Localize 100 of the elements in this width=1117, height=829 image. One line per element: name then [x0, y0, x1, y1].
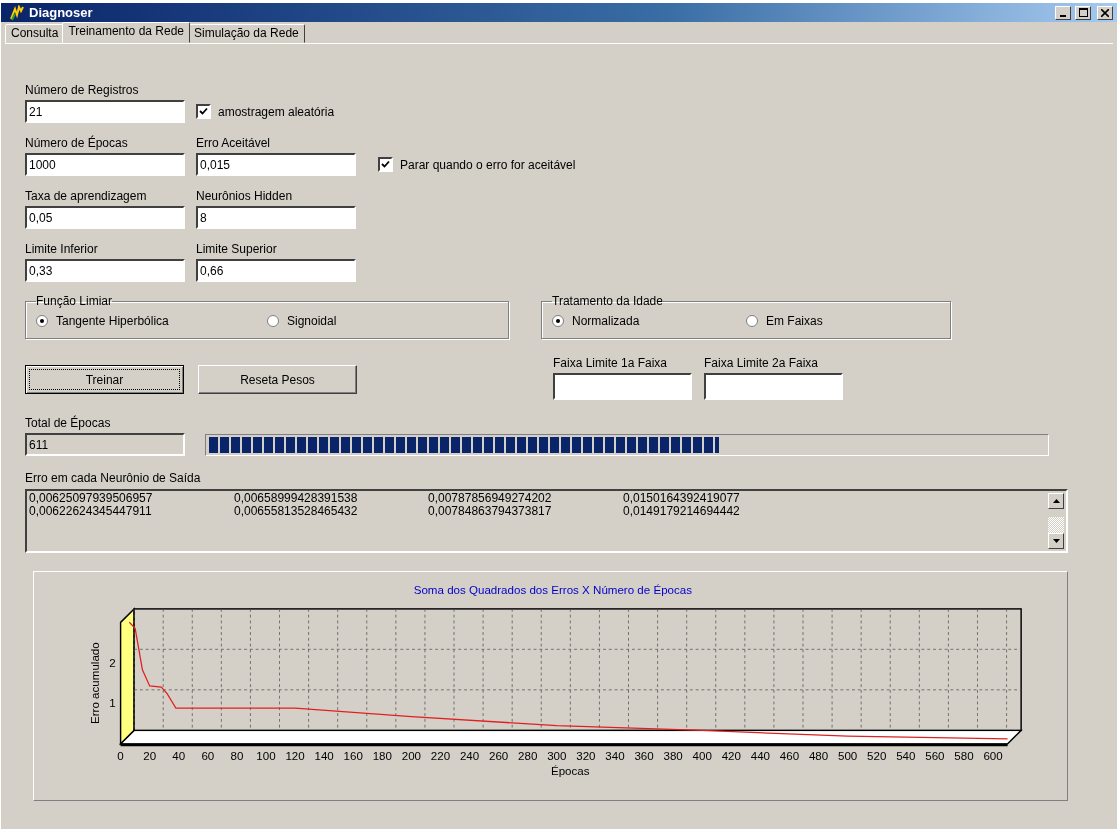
input-field[interactable]: [704, 373, 843, 400]
field-label: Número de Épocas: [25, 137, 129, 150]
input-field[interactable]: [553, 373, 692, 400]
error-value: 0,00784863794373817: [428, 505, 553, 518]
tab[interactable]: Consulta: [5, 24, 65, 43]
field-label: Faixa Limite 2a Faixa: [704, 357, 820, 370]
x-tick-label: 260: [489, 750, 509, 763]
x-tick-label: 460: [779, 750, 800, 763]
minimize-icon: [1060, 14, 1066, 17]
scroll-down-button[interactable]: [1048, 533, 1064, 549]
scrollbar-track[interactable]: [1048, 517, 1064, 533]
y-tick-label: 1: [109, 697, 116, 710]
x-tick-label: 560: [925, 750, 945, 763]
x-tick-label: 40: [172, 750, 186, 763]
x-tick-label: 600: [983, 750, 1003, 763]
checkbox[interactable]: amostragem aleatória: [196, 100, 378, 123]
push-button[interactable]: Reseta Pesos: [198, 365, 357, 394]
x-tick-label: 200: [401, 750, 422, 763]
tab[interactable]: Treinamento da Rede: [62, 22, 190, 43]
x-tick-label: 420: [721, 750, 741, 763]
tab[interactable]: Simulação da Rede: [188, 24, 305, 43]
radio-option[interactable]: Tangente Hiperbólica: [36, 308, 267, 333]
radio-option[interactable]: Em Faixas: [746, 308, 940, 333]
error-value: 0,00787856949274202: [428, 492, 553, 505]
x-tick-label: 100: [256, 750, 276, 763]
app-icon: [9, 4, 25, 21]
error-value: 0,00655813528465432: [234, 505, 359, 518]
y-axis-title: Erro acumulado: [89, 642, 102, 724]
x-tick-label: 380: [663, 750, 683, 763]
x-tick-label: 400: [692, 750, 712, 763]
x-tick-label: 60: [201, 750, 215, 763]
field-label: Taxa de aprendizagem: [25, 190, 148, 203]
down-arrow-icon: [1052, 539, 1060, 543]
radio-button[interactable]: [267, 314, 279, 327]
close-button[interactable]: [1097, 5, 1113, 20]
x-tick-label: 500: [838, 750, 858, 763]
checkbox[interactable]: Parar quando o erro for aceitável: [378, 153, 1113, 176]
x-tick-label: 480: [808, 750, 829, 763]
field-label: Erro Aceitável: [196, 137, 272, 150]
up-arrow-icon: [1052, 499, 1060, 503]
field-label: Limite Inferior: [25, 243, 99, 256]
maximize-button[interactable]: [1075, 5, 1091, 20]
input-field[interactable]: 0,015: [196, 153, 356, 176]
x-tick-label: 160: [343, 750, 363, 763]
field-label: Limite Superior: [196, 243, 278, 256]
radio-button[interactable]: [746, 314, 758, 327]
x-tick-label: 360: [634, 750, 654, 763]
window-title: Diagnoser: [29, 5, 94, 20]
x-tick-label: 300: [547, 750, 567, 763]
x-tick-label: 520: [867, 750, 887, 763]
input-field[interactable]: 0,66: [196, 259, 356, 282]
x-tick-label: 220: [430, 750, 451, 763]
scroll-up-button[interactable]: [1048, 493, 1064, 509]
y-tick-label: 2: [109, 656, 116, 669]
radio-button[interactable]: [36, 314, 48, 327]
input-field[interactable]: 21: [25, 100, 185, 123]
x-tick-label: 80: [230, 750, 244, 763]
close-icon: [1101, 8, 1109, 17]
error-value: 0,0150164392419077: [623, 492, 741, 505]
text-area[interactable]: 0,00625097939506957 0,00658999428391538 0,00787856949274202 0,0150164392419077 0,00622624345447911 0,00655813528465432 0,00784863794373817 0,0149179214694442: [25, 489, 1068, 553]
radio-dot-icon: [40, 318, 44, 323]
push-button[interactable]: Treinar: [25, 365, 184, 394]
input-field[interactable]: 0,33: [25, 259, 185, 282]
radio-option[interactable]: Signoidal: [267, 308, 498, 333]
chart-title: Soma dos Quadrados dos Erros X Número de Épocas: [413, 584, 693, 597]
checkbox-box[interactable]: [196, 104, 211, 119]
radio-dot-icon: [556, 318, 560, 323]
input-field[interactable]: 0,05: [25, 206, 185, 229]
x-tick-label: 580: [954, 750, 974, 763]
group-title: Tratamento da Idade: [552, 294, 663, 308]
error-value: 0,00658999428391538: [234, 492, 359, 505]
error-value: 0,00625097939506957: [29, 492, 154, 505]
x-tick-label: 240: [459, 750, 480, 763]
field-label: Neurônios Hidden: [196, 190, 294, 203]
x-tick-label: 540: [896, 750, 916, 763]
x-tick-label: 280: [518, 750, 538, 763]
x-tick-label: 140: [314, 750, 334, 763]
field-label: Erro em cada Neurônio de Saída: [25, 472, 202, 485]
x-axis-title: Épocas: [550, 764, 590, 777]
field-label: Total de Épocas: [25, 417, 112, 430]
x-tick-label: 0: [117, 750, 124, 763]
x-tick-label: 440: [750, 750, 771, 763]
field-label: Faixa Limite 1a Faixa: [553, 357, 669, 370]
group-title: Função Limiar: [36, 294, 113, 308]
checkbox-box[interactable]: [378, 157, 393, 172]
x-tick-label: 120: [285, 750, 305, 763]
error-value: 0,0149179214694442: [623, 505, 741, 518]
input-field[interactable]: 611: [25, 433, 185, 456]
error-value: 0,00622624345447911: [29, 505, 153, 518]
maximize-icon: [1078, 8, 1088, 17]
x-tick-label: 20: [143, 750, 157, 763]
x-tick-label: 340: [605, 750, 625, 763]
x-tick-label: 180: [372, 750, 392, 763]
x-tick-label: 320: [576, 750, 596, 763]
field-label: Número de Registros: [25, 84, 140, 97]
input-field[interactable]: 8: [196, 206, 356, 229]
minimize-button[interactable]: [1055, 5, 1071, 20]
radio-button[interactable]: [552, 314, 564, 327]
radio-option[interactable]: Normalizada: [552, 308, 746, 333]
input-field[interactable]: 1000: [25, 153, 185, 176]
